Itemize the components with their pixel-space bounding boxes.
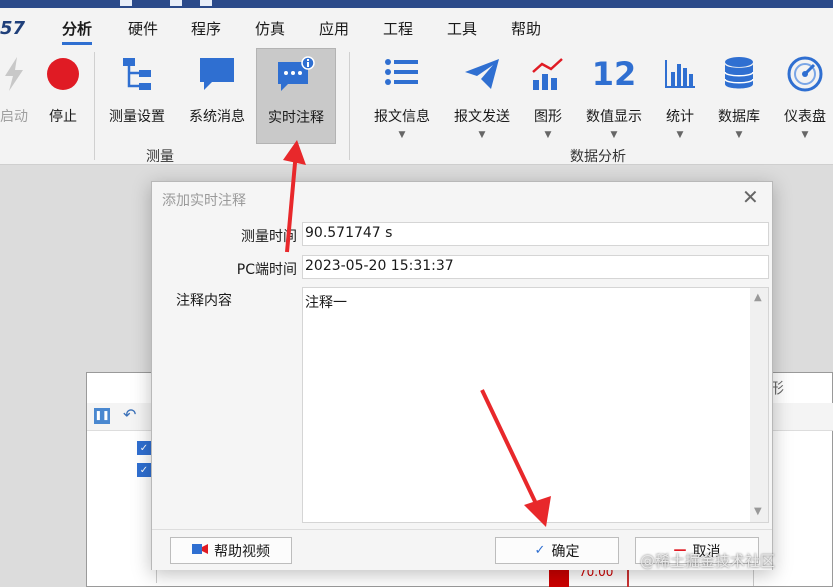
send-icon xyxy=(463,48,501,100)
scroll-down-icon[interactable]: ▼ xyxy=(754,506,762,517)
list-icon xyxy=(384,48,420,100)
measure-time-field[interactable]: 90.571747 s xyxy=(302,222,769,246)
measure-settings-button[interactable]: 测量设置 xyxy=(104,48,170,144)
comment-text: 注释一 xyxy=(305,295,347,311)
titlebar-fragment xyxy=(120,0,132,6)
checkbox-icon[interactable]: ✓ xyxy=(137,441,151,455)
statistics-button[interactable]: 统计 ▼ xyxy=(660,48,700,144)
tab-application[interactable]: 应用 xyxy=(319,18,349,39)
chevron-down-icon: ▼ xyxy=(478,130,486,140)
undo-icon[interactable]: ↶ xyxy=(123,405,136,424)
ribbon: 57 分析 硬件 程序 仿真 应用 工程 工具 帮助 启动 停止 测量设置 系统… xyxy=(0,8,833,165)
number-icon: 12 xyxy=(591,55,637,93)
ok-button[interactable]: ✓ 确定 xyxy=(495,537,619,564)
comment-info-icon xyxy=(276,49,316,101)
tab-help[interactable]: 帮助 xyxy=(511,18,541,39)
measure-time-label: 测量时间 xyxy=(241,229,297,245)
chevron-down-icon: ▼ xyxy=(801,130,809,140)
chevron-down-icon: ▼ xyxy=(398,130,406,140)
tree-icon xyxy=(121,48,153,100)
message-send-button[interactable]: 报文发送 ▼ xyxy=(450,48,514,144)
add-realtime-comment-dialog: 添加实时注释 ✕ 测量时间 90.571747 s PC端时间 2023-05-… xyxy=(151,181,773,570)
pc-time-field[interactable]: 2023-05-20 15:31:37 xyxy=(302,255,769,279)
chevron-down-icon: ▼ xyxy=(610,130,618,140)
dialog-title: 添加实时注释 xyxy=(162,193,246,209)
realtime-comment-button[interactable]: 实时注释 xyxy=(256,48,336,144)
comment-scrollbar[interactable]: ▲ ▼ xyxy=(750,288,768,522)
message-info-button[interactable]: 报文信息 ▼ xyxy=(370,48,434,144)
database-icon xyxy=(723,48,755,100)
chevron-down-icon: ▼ xyxy=(735,130,743,140)
system-messages-button[interactable]: 系统消息 xyxy=(184,48,250,144)
comment-textarea[interactable]: 注释一 ▲ ▼ xyxy=(302,287,769,523)
tab-project[interactable]: 工程 xyxy=(383,18,413,39)
gauge-icon xyxy=(787,48,823,100)
start-button[interactable]: 启动 xyxy=(0,48,34,144)
chart-icon xyxy=(531,48,565,100)
comment-label: 注释内容 xyxy=(176,293,232,309)
group-label-measure: 测量 xyxy=(146,149,174,165)
ribbon-separator xyxy=(94,52,95,160)
database-button[interactable]: 数据库 ▼ xyxy=(712,48,766,144)
lightning-icon xyxy=(1,48,27,100)
pause-icon[interactable]: ❚❚ xyxy=(94,408,110,424)
close-icon[interactable]: ✕ xyxy=(742,185,759,209)
ribbon-tabs: 57 分析 硬件 程序 仿真 应用 工程 工具 帮助 xyxy=(0,8,833,45)
tab-program[interactable]: 程序 xyxy=(191,18,221,39)
graphics-button[interactable]: 图形 ▼ xyxy=(526,48,570,144)
checkbox-icon[interactable]: ✓ xyxy=(137,463,151,477)
bar-chart-icon xyxy=(663,48,697,100)
tab-simulation[interactable]: 仿真 xyxy=(255,18,285,39)
ribbon-separator xyxy=(349,52,350,160)
help-video-button[interactable]: 帮助视频 xyxy=(170,537,292,564)
pc-time-label: PC端时间 xyxy=(236,262,297,278)
titlebar-fragment xyxy=(200,0,212,6)
stop-button[interactable]: 停止 xyxy=(42,48,84,144)
app-logo: 57 xyxy=(0,18,26,39)
numeric-display-button[interactable]: 12 数值显示 ▼ xyxy=(582,48,646,144)
checkmark-icon: ✓ xyxy=(534,543,546,558)
series-color-swatch xyxy=(549,568,569,587)
watermark: @稀土掘金技术社区 xyxy=(640,552,776,570)
titlebar-fragment xyxy=(170,0,182,6)
video-camera-icon xyxy=(192,543,208,559)
scroll-up-icon[interactable]: ▲ xyxy=(754,292,762,303)
chevron-down-icon: ▼ xyxy=(544,130,552,140)
group-label-data-analysis: 数据分析 xyxy=(570,149,626,165)
tab-hardware[interactable]: 硬件 xyxy=(128,18,158,39)
chevron-down-icon: ▼ xyxy=(676,130,684,140)
window-title-strip xyxy=(0,0,833,8)
tab-tools[interactable]: 工具 xyxy=(447,18,477,39)
tab-analysis[interactable]: 分析 xyxy=(62,18,93,45)
stop-circle-icon xyxy=(46,48,80,100)
message-icon xyxy=(198,48,236,100)
dashboard-button[interactable]: 仪表盘 ▼ xyxy=(778,48,832,144)
